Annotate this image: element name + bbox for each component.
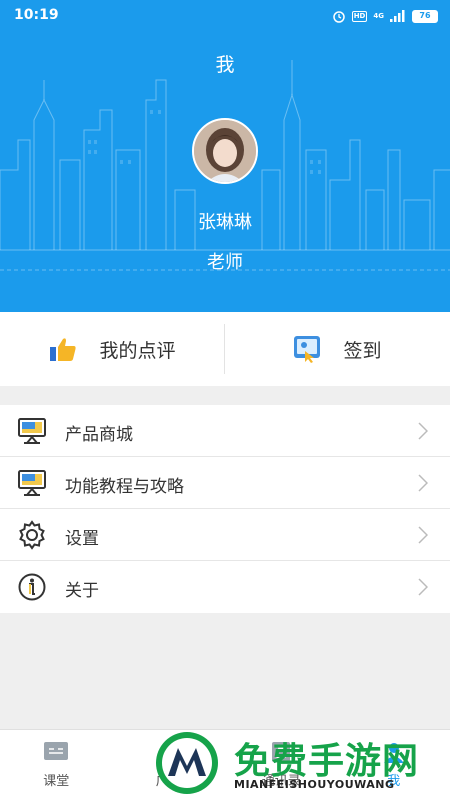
tab-classroom[interactable]: 课堂	[0, 730, 113, 800]
monitor-icon	[18, 470, 46, 496]
chevron-right-icon	[418, 578, 428, 596]
monitor-icon	[18, 418, 46, 444]
info-icon	[18, 573, 46, 601]
watermark-overlay: 免费手游网 MIANFEISHOUYOUWANG	[150, 728, 450, 800]
menu-item-tutorials[interactable]: 功能教程与攻略	[0, 457, 450, 509]
chevron-right-icon	[418, 474, 428, 492]
signal-icon	[390, 10, 405, 22]
menu-label: 功能教程与攻略	[65, 477, 184, 497]
classroom-icon	[44, 742, 69, 760]
status-icons: HD 4G 76	[332, 8, 438, 24]
watermark-subtitle: MIANFEISHOUYOUWANG	[234, 778, 395, 791]
network-label: 4G	[373, 12, 384, 20]
check-in-icon	[294, 336, 321, 363]
status-time: 10:19	[14, 7, 59, 23]
user-name: 张琳琳	[198, 212, 252, 233]
avatar-portrait-icon	[194, 120, 256, 182]
menu-label: 产品商城	[65, 425, 133, 445]
avatar[interactable]	[192, 118, 258, 184]
menu-item-about[interactable]: 关于	[0, 561, 450, 613]
page-title: 我	[215, 54, 235, 76]
user-role: 老师	[207, 252, 243, 273]
battery-indicator: 76	[412, 9, 438, 23]
menu-item-product-store[interactable]: 产品商城	[0, 405, 450, 457]
menu-label: 设置	[65, 529, 99, 549]
gear-icon	[19, 520, 45, 550]
profile-header: 10:19 HD 4G 76 我 张琳琳 老师	[0, 0, 450, 312]
check-in-button[interactable]: 签到	[225, 312, 450, 386]
hd-badge: HD	[351, 10, 368, 22]
thumbs-up-icon	[50, 338, 77, 361]
watermark-logo-icon	[156, 732, 218, 794]
menu-label: 关于	[65, 581, 99, 601]
alarm-icon	[332, 11, 345, 23]
watermark-title: 免费手游网	[234, 741, 420, 782]
chevron-right-icon	[418, 422, 428, 440]
check-in-label: 签到	[343, 339, 382, 362]
tab-label: 课堂	[43, 774, 70, 789]
menu-item-settings[interactable]: 设置	[0, 509, 450, 561]
status-bar: 10:19 HD 4G 76	[0, 0, 450, 32]
quick-actions: 我的点评 签到	[0, 312, 450, 386]
chevron-right-icon	[418, 526, 428, 544]
my-reviews-button[interactable]: 我的点评	[0, 312, 225, 386]
my-reviews-label: 我的点评	[99, 339, 176, 362]
settings-menu: 产品商城 功能教程与攻略 设置 关于	[0, 405, 450, 613]
